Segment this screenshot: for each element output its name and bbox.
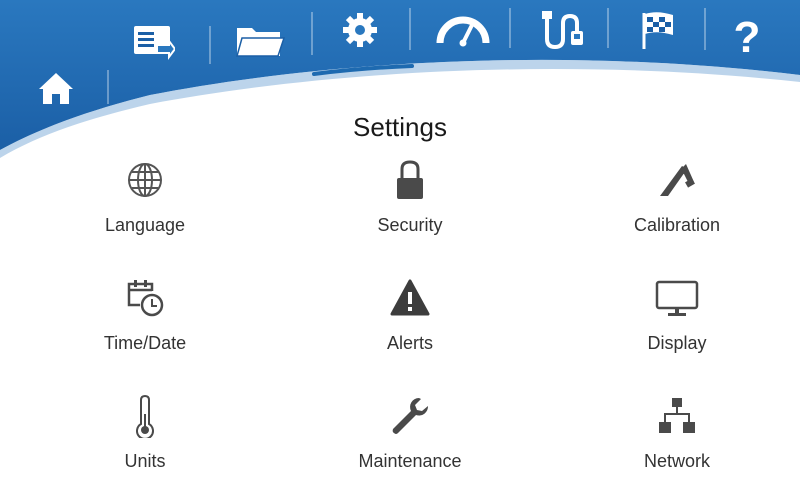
nav-flag-button[interactable] [622,0,692,60]
tile-calibration[interactable]: Calibration [577,155,777,255]
speedometer-icon [436,16,490,47]
network-icon [659,398,695,433]
calendar-clock-icon [127,280,164,317]
nav-usb-button[interactable] [528,0,598,60]
tile-label: Language [104,215,186,235]
help-icon: ? [733,13,761,62]
monitor-icon [655,280,699,316]
thermometer-icon [136,394,154,438]
tile-label: Maintenance [358,451,462,471]
gear-icon [343,13,377,47]
tile-label: Time/Date [103,333,187,353]
tile-label: Calibration [633,215,721,235]
checkered-flag-icon [642,12,673,49]
page-title: Settings [353,112,447,142]
tile-alerts[interactable]: Alerts [310,273,510,373]
tile-timedate[interactable]: Time/Date [45,273,245,373]
nav-help-button[interactable]: ? [712,8,782,68]
nav-home-button[interactable] [28,60,84,116]
tile-display[interactable]: Display [577,273,777,373]
tile-label: Units [124,451,166,471]
nav-screen-button[interactable] [118,12,188,72]
usb-cable-icon [542,11,583,50]
nav-files-button[interactable] [225,10,295,70]
tile-label: Alerts [386,333,433,353]
tile-language[interactable]: Language [45,155,245,255]
tile-label: Network [643,451,710,471]
nav-settings-button[interactable] [325,0,395,60]
folder-icon [236,28,286,57]
wrench-icon [392,398,429,434]
warning-icon [390,279,430,316]
tile-security[interactable]: Security [310,155,510,255]
padlock-icon [397,160,423,199]
tile-network[interactable]: Network [577,391,777,491]
tile-units[interactable]: Units [45,391,245,491]
tile-label: Security [377,215,443,235]
home-icon [39,73,73,104]
tile-label: Display [647,333,707,353]
nav-gauge-button[interactable] [428,0,498,60]
tile-maintenance[interactable]: Maintenance [310,391,510,491]
globe-icon [128,163,162,197]
screen-export-icon [134,26,175,60]
caliper-icon [660,164,695,196]
